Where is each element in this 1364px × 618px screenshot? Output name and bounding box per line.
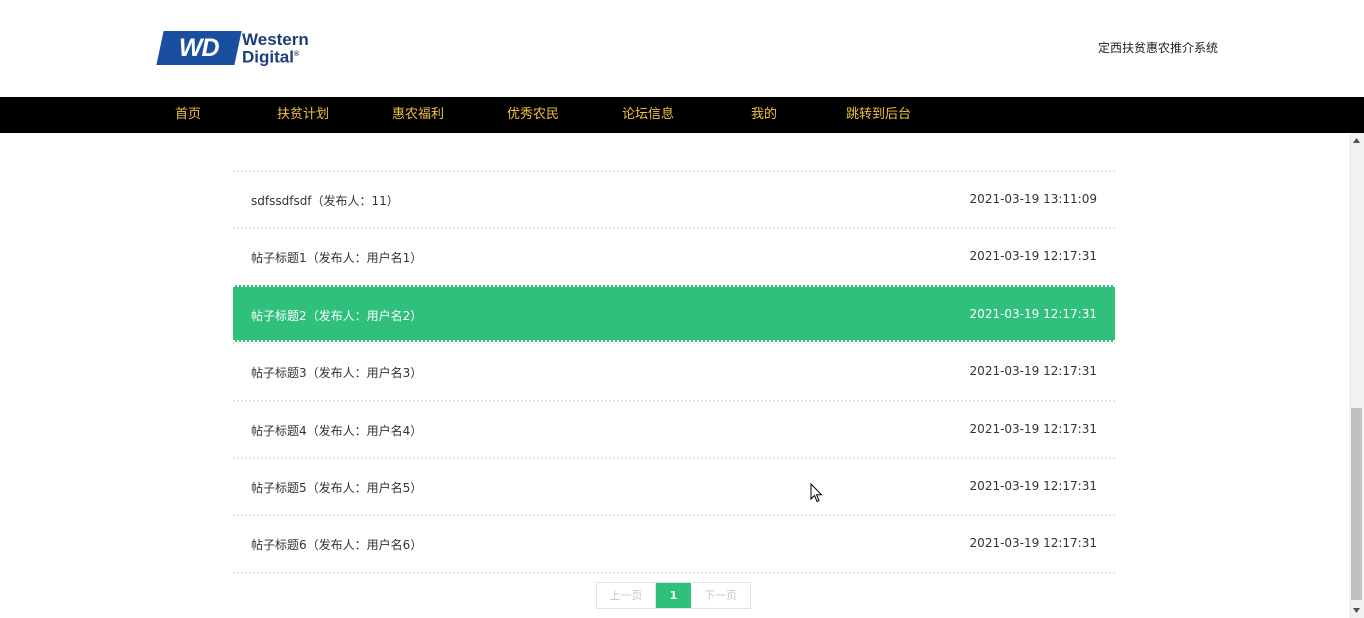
- nav-item-mine[interactable]: 我的: [751, 97, 777, 133]
- post-time: 2021-03-19 13:11:09: [969, 192, 1097, 206]
- prev-page-button[interactable]: 上一页: [597, 583, 656, 608]
- next-page-button[interactable]: 下一页: [691, 583, 750, 608]
- wd-logo-text: Western Digital®: [242, 29, 309, 67]
- wd-logo-badge: WD: [156, 31, 242, 65]
- post-time: 2021-03-19 12:17:31: [969, 478, 1097, 493]
- pagination: 上一页 1 下一页: [596, 582, 751, 609]
- post-row[interactable]: 帖子标题5（发布人：用户名5） 2021-03-19 12:17:31: [233, 456, 1115, 514]
- scrollbar-thumb[interactable]: [1351, 408, 1362, 600]
- header: WD Western Digital® 定西扶贫惠农推介系统: [0, 0, 1349, 97]
- nav-item-excellent-farmers[interactable]: 优秀农民: [507, 97, 559, 133]
- current-page-button[interactable]: 1: [656, 583, 691, 608]
- post-row-hovered[interactable]: 帖子标题2（发布人：用户名2） 2021-03-19 12:17:31: [233, 284, 1115, 343]
- mouse-cursor-icon: [810, 482, 823, 507]
- nav-item-admin[interactable]: 跳转到后台: [846, 97, 911, 133]
- vertical-scrollbar[interactable]: [1349, 133, 1364, 618]
- post-time: 2021-03-19 12:17:31: [969, 421, 1097, 436]
- post-title[interactable]: 帖子标题3（发布人：用户名3）: [251, 364, 422, 381]
- forum-post-list: sdfssdfsdf（发布人：11） 2021-03-19 13:11:09 帖…: [233, 170, 1115, 574]
- post-title[interactable]: 帖子标题4（发布人：用户名4）: [251, 422, 422, 439]
- post-row[interactable]: 帖子标题3（发布人：用户名3） 2021-03-19 12:17:31: [233, 342, 1115, 399]
- post-title[interactable]: sdfssdfsdf（发布人：11）: [251, 192, 399, 209]
- post-time: 2021-03-19 12:17:31: [969, 364, 1097, 379]
- post-row[interactable]: sdfssdfsdf（发布人：11） 2021-03-19 13:11:09: [233, 170, 1115, 227]
- page: WD Western Digital® 定西扶贫惠农推介系统 首页 扶贫计划 惠…: [0, 0, 1364, 618]
- post-title[interactable]: 帖子标题2（发布人：用户名2）: [251, 307, 422, 324]
- nav-item-farmer-benefits[interactable]: 惠农福利: [392, 97, 444, 133]
- nav-item-forum[interactable]: 论坛信息: [622, 97, 674, 133]
- post-row[interactable]: 帖子标题6（发布人：用户名6） 2021-03-19 12:17:31: [233, 514, 1115, 571]
- list-divider: [233, 571, 1115, 574]
- post-row[interactable]: 帖子标题1（发布人：用户名1） 2021-03-19 12:17:31: [233, 227, 1115, 284]
- post-title[interactable]: 帖子标题5（发布人：用户名5）: [251, 479, 422, 496]
- scroll-down-icon[interactable]: [1349, 603, 1364, 618]
- post-time: 2021-03-19 12:17:31: [969, 306, 1097, 321]
- scroll-up-icon[interactable]: [1349, 133, 1364, 148]
- site-title: 定西扶贫惠农推介系统: [1098, 41, 1219, 55]
- post-title[interactable]: 帖子标题1（发布人：用户名1）: [251, 249, 422, 266]
- wd-logo[interactable]: WD Western Digital®: [156, 29, 309, 67]
- nav-bar: 首页 扶贫计划 惠农福利 优秀农民 论坛信息 我的 跳转到后台: [0, 97, 1364, 133]
- post-time: 2021-03-19 12:17:31: [969, 249, 1097, 264]
- nav-item-poverty-plan[interactable]: 扶贫计划: [277, 97, 329, 133]
- post-row[interactable]: 帖子标题4（发布人：用户名4） 2021-03-19 12:17:31: [233, 399, 1115, 457]
- post-title[interactable]: 帖子标题6（发布人：用户名6）: [251, 536, 422, 553]
- post-time: 2021-03-19 12:17:31: [969, 536, 1097, 551]
- nav-item-home[interactable]: 首页: [175, 97, 201, 133]
